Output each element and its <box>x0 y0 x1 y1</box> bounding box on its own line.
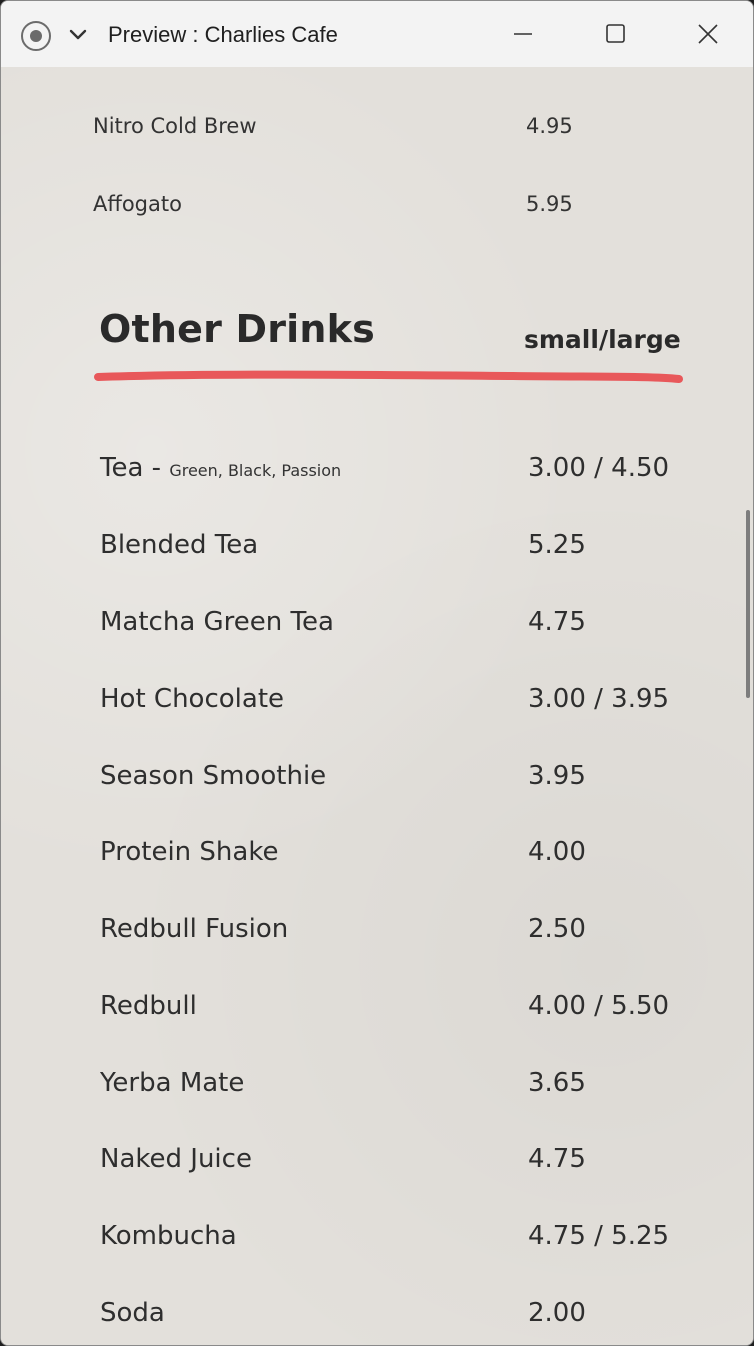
menu-item-name: Redbull <box>100 991 197 1021</box>
window-title: Preview : Charlies Cafe <box>108 22 338 47</box>
menu-item-name: Blended Tea <box>100 530 259 560</box>
menu-item-name: Hot Chocolate <box>100 684 285 714</box>
menu-item-name: Matcha Green Tea <box>100 607 334 637</box>
record-icon[interactable] <box>21 21 51 51</box>
menu-item-name: Soda <box>100 1298 165 1328</box>
preview-window: Preview : Charlies Cafe Nitro Cold Brew … <box>0 0 754 1346</box>
menu-item-name: Nitro Cold Brew <box>93 114 257 138</box>
minimize-button[interactable] <box>478 1 570 67</box>
menu-item-price: 4.00 / 5.50 <box>528 991 670 1021</box>
menu-item-price: 2.50 <box>528 914 586 944</box>
menu-item-name: Affogato <box>93 192 182 216</box>
menu-item-price: 4.00 <box>528 837 586 867</box>
menu-item-name: Tea - Green, Black, Passion <box>100 453 341 483</box>
menu-item-price: 4.95 <box>526 114 573 138</box>
close-icon <box>698 24 718 44</box>
menu-item-price: 4.75 / 5.25 <box>528 1221 670 1251</box>
menu-item-name: Protein Shake <box>100 837 279 867</box>
maximize-icon <box>606 24 625 43</box>
menu-item-price: 2.00 <box>528 1298 586 1328</box>
title-bar[interactable]: Preview : Charlies Cafe <box>1 1 753 67</box>
menu-item-name-text: Tea - <box>100 453 170 483</box>
menu-item-price: 3.00 / 4.50 <box>528 453 670 483</box>
menu-item-name: Yerba Mate <box>100 1068 245 1098</box>
chevron-down-icon[interactable] <box>67 23 89 45</box>
menu-item-price: 5.25 <box>528 530 586 560</box>
menu-content[interactable]: Nitro Cold Brew 4.95 Affogato 5.95 Other… <box>1 67 753 1345</box>
menu-item-name: Redbull Fusion <box>100 914 289 944</box>
menu-item-price: 4.75 <box>528 1144 586 1174</box>
close-button[interactable] <box>662 1 753 67</box>
menu-item-name: Season Smoothie <box>100 761 327 791</box>
menu-item-price: 5.95 <box>526 192 573 216</box>
menu-item-price: 4.75 <box>528 607 586 637</box>
scrollbar-thumb[interactable] <box>746 510 750 698</box>
section-underline <box>94 370 683 383</box>
menu-item-price: 3.95 <box>528 761 586 791</box>
menu-item-price: 3.65 <box>528 1068 586 1098</box>
menu-item-name: Naked Juice <box>100 1144 252 1174</box>
maximize-button[interactable] <box>570 1 662 67</box>
section-title: Other Drinks <box>99 307 375 351</box>
minimize-icon <box>514 33 532 35</box>
tea-varieties-note: Green, Black, Passion <box>169 461 342 480</box>
menu-item-price: 3.00 / 3.95 <box>528 684 670 714</box>
size-column-label: small/large <box>524 325 681 354</box>
menu-item-name: Kombucha <box>100 1221 237 1251</box>
